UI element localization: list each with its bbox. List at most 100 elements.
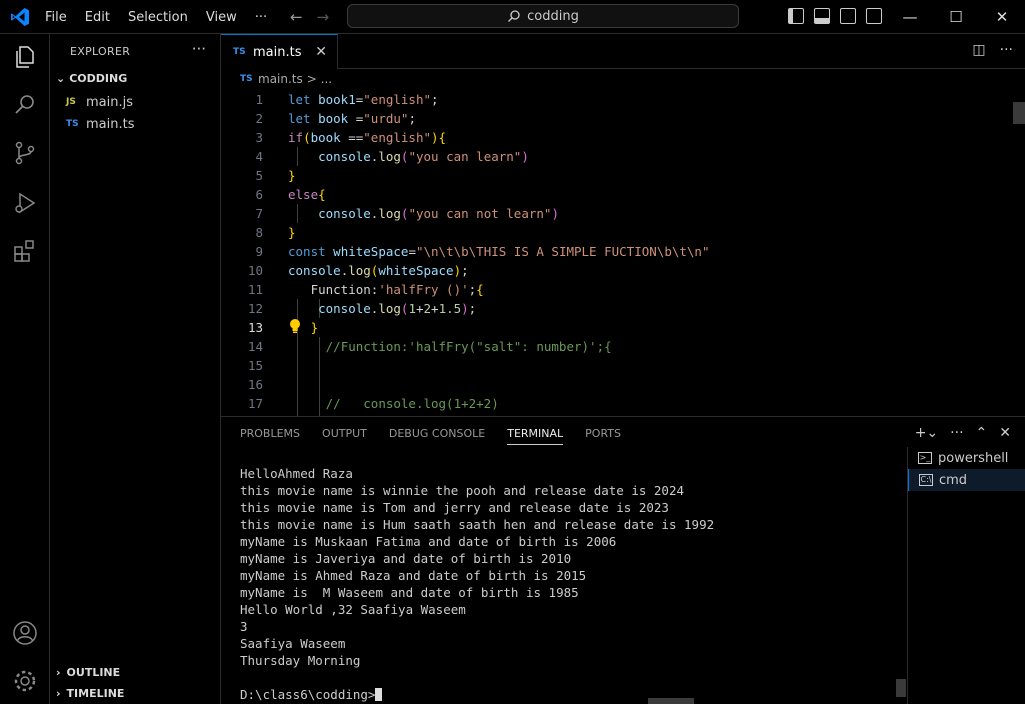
- code-text: console.log("you can not learn"): [318, 206, 559, 221]
- maximize-panel-icon[interactable]: ⌃: [976, 425, 988, 441]
- file-main-ts[interactable]: TS main.ts: [66, 113, 134, 135]
- tab-output[interactable]: OUTPUT: [322, 427, 367, 445]
- line-number: 15: [247, 358, 263, 373]
- line-number: 8: [255, 225, 263, 240]
- code-text: if(book =="english"){: [288, 130, 447, 145]
- outline-label: OUTLINE: [66, 666, 121, 679]
- sidebar-more-icon[interactable]: ···: [192, 40, 206, 58]
- accounts-icon[interactable]: [12, 620, 38, 646]
- js-file-icon: JS: [66, 97, 76, 107]
- code-line: 5 }: [221, 166, 1025, 185]
- terminal-item-cmd[interactable]: C:\ cmd: [908, 469, 1025, 491]
- activity-bar: [0, 34, 50, 704]
- back-arrow-icon[interactable]: ←: [290, 8, 303, 26]
- menu-more[interactable]: ···: [246, 10, 276, 25]
- terminal-line: myName is M Waseem and date of birth is …: [240, 585, 579, 600]
- toggle-secondary-sidebar-icon[interactable]: [840, 8, 856, 24]
- maximize-icon[interactable]: ☐: [933, 0, 979, 34]
- terminal-line: myName is Muskaan Fatima and date of bir…: [240, 534, 617, 549]
- customize-layout-icon[interactable]: [866, 8, 882, 24]
- extensions-icon[interactable]: [12, 238, 38, 264]
- manage-gear-icon[interactable]: [12, 668, 38, 694]
- minimize-icon[interactable]: —: [887, 0, 933, 34]
- close-window-icon[interactable]: ✕: [979, 0, 1025, 34]
- terminal-prompt: D:\class6\codding>: [240, 687, 376, 702]
- editor-scrollbar[interactable]: [1013, 102, 1025, 124]
- code-text: console.log("you can learn"): [318, 149, 529, 164]
- terminal-item-powershell[interactable]: >_ powershell: [908, 447, 1025, 469]
- code-editor[interactable]: 1 let book1="english"; 2 let book ="urdu…: [221, 90, 1025, 416]
- terminal-line: myName is Ahmed Raza and date of birth i…: [240, 568, 587, 583]
- breadcrumb-file[interactable]: main.ts: [258, 72, 303, 86]
- search-view-icon[interactable]: [12, 92, 38, 118]
- code-line: 4 console.log("you can learn"): [221, 147, 1025, 166]
- split-editor-icon[interactable]: ◫: [972, 42, 985, 58]
- terminal-output[interactable]: HelloAhmed Raza this movie name is winni…: [240, 465, 900, 703]
- code-line: 17 // console.log(1+2+2): [221, 394, 1025, 413]
- navigation-arrows: ← →: [290, 8, 329, 26]
- ts-file-icon: TS: [240, 74, 253, 84]
- code-line: 11 Function:'halfFry ()';{: [221, 280, 1025, 299]
- line-number: 9: [255, 244, 263, 259]
- close-panel-icon[interactable]: ✕: [999, 425, 1011, 441]
- menu-file[interactable]: File: [36, 10, 76, 25]
- code-text: //Function:'halfFry("salt": number)';{: [325, 339, 612, 354]
- close-tab-icon[interactable]: ✕: [315, 44, 327, 60]
- breadcrumb: TS main.ts > ...: [240, 72, 332, 86]
- explorer-icon[interactable]: [12, 44, 38, 70]
- folder-codding[interactable]: ⌄ CODDING: [56, 72, 127, 85]
- line-number: 17: [247, 396, 263, 411]
- terminal-line: Saafiya Waseem: [240, 636, 346, 651]
- source-control-icon[interactable]: [12, 140, 38, 166]
- lightbulb-icon[interactable]: [288, 318, 302, 334]
- chevron-right-icon: ›: [56, 687, 61, 700]
- folder-label: CODDING: [69, 72, 128, 85]
- code-text: const whiteSpace="\n\t\b\THIS IS A SIMPL…: [288, 244, 710, 259]
- horizontal-scrollbar[interactable]: [648, 698, 694, 704]
- editor-more-icon[interactable]: ···: [1000, 42, 1013, 58]
- toggle-sidebar-icon[interactable]: [788, 8, 804, 24]
- tab-debug-console[interactable]: DEBUG CONSOLE: [389, 427, 485, 445]
- forward-arrow-icon[interactable]: →: [317, 8, 330, 26]
- terminal-line: HelloAhmed Raza: [240, 466, 353, 481]
- terminal-icon: C:\: [919, 474, 933, 486]
- tab-ports[interactable]: PORTS: [585, 427, 621, 445]
- line-number: 4: [255, 149, 263, 164]
- file-label: main.js: [86, 94, 133, 110]
- toggle-panel-icon[interactable]: [814, 8, 830, 24]
- run-debug-icon[interactable]: [12, 190, 38, 216]
- explorer-sidebar: EXPLORER ··· ⌄ CODDING JS main.js TS mai…: [50, 34, 221, 704]
- menu-view[interactable]: View: [197, 10, 246, 25]
- line-number: 2: [255, 111, 263, 126]
- search-icon: [508, 10, 520, 22]
- terminal-cursor: [375, 688, 383, 701]
- file-main-js[interactable]: JS main.js: [66, 91, 133, 113]
- outline-section[interactable]: › OUTLINE: [56, 666, 120, 679]
- new-terminal-icon[interactable]: +⌄: [915, 425, 938, 441]
- tab-main-ts[interactable]: TS main.ts ✕: [221, 34, 338, 69]
- code-text: let book1="english";: [288, 92, 439, 107]
- tab-terminal[interactable]: TERMINAL: [507, 427, 564, 445]
- terminal-list: >_ powershell C:\ cmd: [907, 447, 1025, 704]
- command-center-search[interactable]: codding: [347, 4, 739, 28]
- panel-tabs: PROBLEMS OUTPUT DEBUG CONSOLE TERMINAL P…: [240, 427, 621, 445]
- terminal-icon: >_: [918, 452, 932, 464]
- terminal-line: 3: [240, 619, 248, 634]
- terminal-name: powershell: [938, 450, 1009, 466]
- menu-selection[interactable]: Selection: [119, 10, 197, 25]
- terminal-line: myName is Javeriya and date of birth is …: [240, 551, 572, 566]
- code-line: 2 let book ="urdu";: [221, 109, 1025, 128]
- terminal-line: this movie name is winnie the pooh and r…: [240, 483, 685, 498]
- code-text: }: [288, 225, 296, 240]
- tab-problems[interactable]: PROBLEMS: [240, 427, 300, 445]
- breadcrumb-rest[interactable]: > ...: [307, 72, 332, 86]
- menu-edit[interactable]: Edit: [76, 10, 119, 25]
- code-line: 9 const whiteSpace="\n\t\b\THIS IS A SIM…: [221, 242, 1025, 261]
- terminal-line: this movie name is Tom and jerry and rel…: [240, 500, 669, 515]
- timeline-section[interactable]: › TIMELINE: [56, 687, 124, 700]
- panel-more-icon[interactable]: ···: [950, 425, 963, 441]
- terminal-scrollbar[interactable]: [896, 679, 906, 697]
- line-number: 5: [255, 168, 263, 183]
- code-text: }: [288, 168, 296, 183]
- file-label: main.ts: [86, 116, 135, 132]
